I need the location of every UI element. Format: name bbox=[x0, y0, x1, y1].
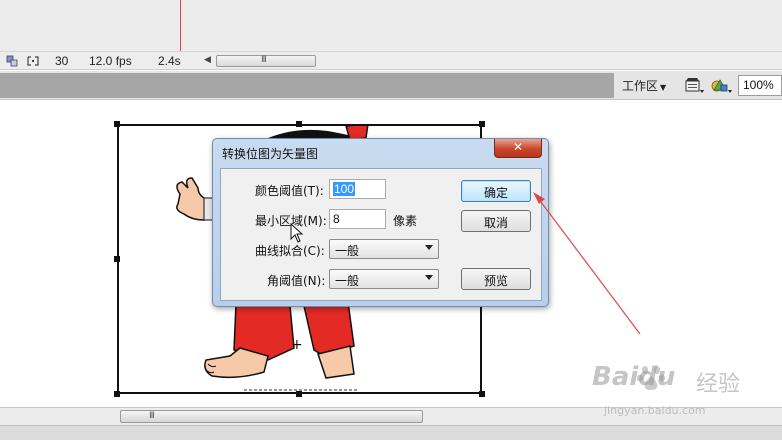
current-frame: 30 bbox=[55, 54, 69, 68]
chevron-down-icon bbox=[425, 245, 433, 250]
registration-point-icon: + bbox=[291, 337, 303, 353]
zoom-level-field[interactable]: 100% bbox=[738, 75, 782, 96]
selection-handle[interactable] bbox=[114, 121, 120, 127]
corner-threshold-select[interactable]: 一般 bbox=[329, 269, 439, 289]
edit-scene-icon[interactable] bbox=[684, 76, 706, 95]
close-icon: ✕ bbox=[513, 140, 524, 154]
edit-bar: 工作区 ▼ 100% bbox=[0, 71, 782, 100]
preview-button[interactable]: 预览 bbox=[461, 268, 531, 290]
cancel-button[interactable]: 取消 bbox=[461, 210, 531, 232]
selection-handle[interactable] bbox=[479, 391, 485, 397]
selection-handle[interactable] bbox=[296, 391, 302, 397]
corner-threshold-label: 角阈值(N): bbox=[267, 274, 326, 288]
dropdown-arrow-icon: ▼ bbox=[660, 83, 667, 92]
stage-scroll-thumb[interactable]: III bbox=[120, 410, 423, 423]
curve-fit-select[interactable]: 一般 bbox=[329, 239, 439, 259]
edit-multiple-frames-icon[interactable] bbox=[27, 55, 39, 67]
workspace-button[interactable]: 工作区 ▼ bbox=[622, 77, 666, 94]
scroll-grip: III bbox=[149, 411, 155, 421]
curve-fit-label: 曲线拟合(C): bbox=[255, 244, 325, 258]
onion-skin-icon[interactable] bbox=[6, 55, 18, 67]
frame-rate[interactable]: 12.0 fps bbox=[89, 54, 132, 68]
chevron-down-icon bbox=[425, 275, 433, 280]
mouse-pointer-icon bbox=[290, 223, 304, 243]
selection-handle[interactable] bbox=[114, 391, 120, 397]
watermark-suffix: 经验 bbox=[696, 372, 741, 397]
color-threshold-input[interactable]: 100 bbox=[329, 179, 386, 199]
convert-bitmap-dialog: 转换位图为矢量图 ✕ 颜色阈值(T): 100 最小区域(M): 8 像素 曲线… bbox=[212, 138, 549, 307]
color-threshold-label: 颜色阈值(T): bbox=[255, 184, 324, 198]
scroll-left-arrow-icon[interactable]: ◀ bbox=[204, 55, 211, 65]
timeline-status-bar: 30 12.0 fps 2.4s ◀ III bbox=[0, 52, 782, 70]
curve-fit-value: 一般 bbox=[335, 244, 360, 258]
corner-threshold-value: 一般 bbox=[335, 274, 360, 288]
workspace-label: 工作区 bbox=[622, 79, 659, 93]
baidu-watermark: Baidu 经验 jingyan.baidu.com bbox=[588, 358, 778, 428]
selection-handle[interactable] bbox=[479, 121, 485, 127]
edit-symbols-icon[interactable] bbox=[711, 76, 733, 95]
selection-handle[interactable] bbox=[114, 256, 120, 262]
edit-bar-scene-area bbox=[0, 73, 614, 98]
color-threshold-value: 100 bbox=[333, 182, 356, 196]
min-area-unit: 像素 bbox=[393, 214, 418, 228]
elapsed-time: 2.4s bbox=[158, 54, 181, 68]
timeline-scroll-thumb[interactable]: III bbox=[216, 55, 316, 67]
close-button[interactable]: ✕ bbox=[494, 139, 542, 158]
scroll-grip: III bbox=[261, 55, 267, 65]
dialog-body: 颜色阈值(T): 100 最小区域(M): 8 像素 曲线拟合(C): 一般 角… bbox=[220, 168, 542, 301]
playhead-line[interactable] bbox=[180, 0, 181, 51]
watermark-brand: Baidu bbox=[592, 362, 676, 392]
min-area-input[interactable]: 8 bbox=[329, 209, 386, 229]
watermark-url: jingyan.baidu.com bbox=[604, 404, 706, 417]
ok-button[interactable]: 确定 bbox=[461, 180, 531, 202]
timeline-panel[interactable] bbox=[0, 0, 782, 52]
dialog-title: 转换位图为矢量图 bbox=[222, 147, 319, 161]
selection-handle[interactable] bbox=[296, 121, 302, 127]
